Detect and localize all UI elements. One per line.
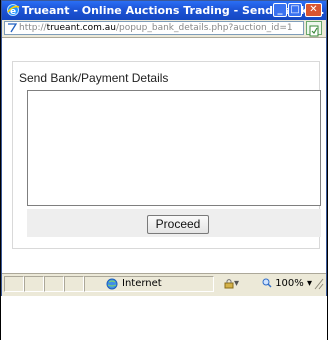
close-button[interactable]: ✕ — [305, 3, 322, 17]
bank-details-textarea[interactable] — [27, 90, 321, 206]
security-zone[interactable]: Internet — [106, 277, 162, 291]
security-dropdown-icon: ▾ — [234, 278, 240, 289]
panel-title: Send Bank/Payment Details — [19, 71, 169, 85]
resize-grip-icon[interactable] — [314, 278, 324, 290]
url-domain: trueant.com.au — [46, 23, 116, 33]
svg-text:e: e — [10, 7, 16, 17]
green-page-icon — [309, 25, 319, 37]
title-bar[interactable]: e Trueant - Online Auctions Trading - Se… — [2, 1, 326, 20]
url-path: /popup_bank_details.php?auction_id=1 — [115, 23, 293, 33]
zoom-icon — [262, 278, 272, 288]
url-prefix: http:// — [19, 23, 47, 33]
status-cell — [24, 276, 44, 292]
page-status-icon[interactable] — [306, 21, 322, 37]
proceed-button[interactable]: Proceed — [147, 215, 209, 234]
zoom-dropdown-icon[interactable]: ▾ — [307, 278, 312, 289]
lock-icon — [224, 278, 234, 288]
status-bar: Internet ▾ 100% ▾ — [2, 273, 326, 296]
popup-window: e Trueant - Online Auctions Trading - Se… — [1, 0, 327, 296]
page-icon — [8, 22, 17, 32]
maximize-button[interactable]: □ — [288, 3, 302, 17]
status-cell — [44, 276, 64, 292]
minimize-button[interactable]: _ — [273, 3, 287, 17]
url-field[interactable]: http://trueant.com.au/popup_bank_details… — [4, 21, 304, 35]
address-bar: http://trueant.com.au/popup_bank_details… — [2, 20, 326, 38]
zoom-control[interactable]: 100% ▾ — [262, 277, 312, 291]
zone-label: Internet — [122, 278, 162, 289]
status-cell — [4, 276, 24, 292]
status-cell — [64, 276, 84, 292]
protected-mode-control[interactable]: ▾ — [224, 277, 239, 291]
ie-logo-icon: e — [7, 4, 20, 17]
globe-icon — [106, 278, 118, 290]
zoom-level: 100% — [275, 278, 304, 289]
